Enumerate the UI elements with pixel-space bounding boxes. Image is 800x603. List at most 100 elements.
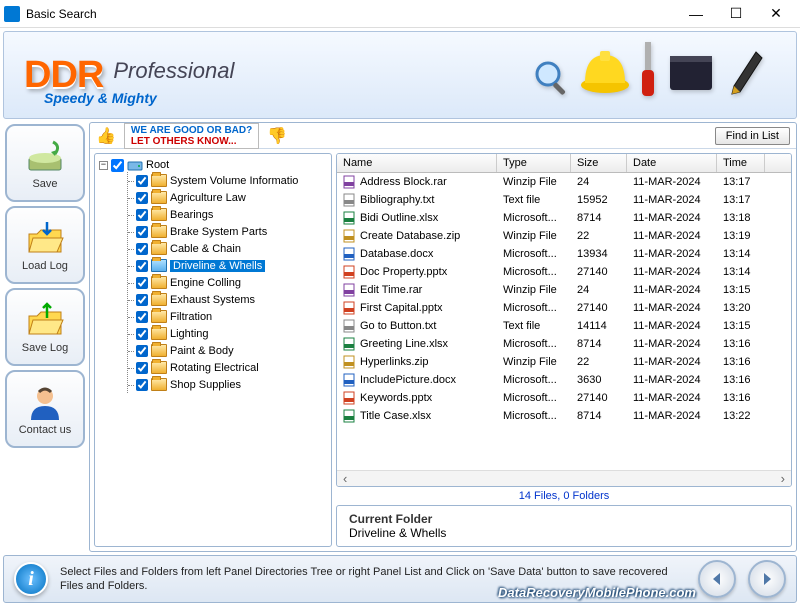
- banner: DDR Professional Speedy & Mighty: [3, 31, 797, 119]
- tree-checkbox[interactable]: [136, 209, 148, 221]
- collapse-icon[interactable]: −: [99, 161, 108, 170]
- folder-tree[interactable]: − Root System Volume InformatioAgricultu…: [94, 153, 332, 547]
- rar-file-icon: [343, 283, 357, 297]
- col-type[interactable]: Type: [497, 154, 571, 172]
- file-row[interactable]: Title Case.xlsxMicrosoft...871411-MAR-20…: [337, 407, 791, 425]
- workarea: 👍 WE ARE GOOD OR BAD? LET OTHERS KNOW...…: [89, 122, 797, 552]
- sidebar: SaveLoad LogSave LogContact us: [3, 122, 89, 552]
- file-row[interactable]: Greeting Line.xlsxMicrosoft...871411-MAR…: [337, 335, 791, 353]
- folder-icon: [151, 378, 167, 391]
- zip-file-icon: [343, 355, 357, 369]
- tree-checkbox[interactable]: [136, 277, 148, 289]
- xls-file-icon: [343, 409, 357, 423]
- rar-file-icon: [343, 175, 357, 189]
- thumbs-down-icon: 👎: [267, 126, 287, 146]
- tree-checkbox[interactable]: [136, 311, 148, 323]
- tree-item[interactable]: Bearings: [128, 206, 327, 223]
- thumbs-up-icon: 👍: [96, 126, 116, 146]
- horizontal-scrollbar[interactable]: ‹›: [337, 470, 791, 486]
- loadlog-icon: [23, 218, 67, 258]
- file-row[interactable]: Edit Time.rarWinzip File2411-MAR-202413:…: [337, 281, 791, 299]
- tree-item[interactable]: Paint & Body: [128, 342, 327, 359]
- file-row[interactable]: Bibliography.txtText file1595211-MAR-202…: [337, 191, 791, 209]
- col-size[interactable]: Size: [571, 154, 627, 172]
- feedback-banner[interactable]: WE ARE GOOD OR BAD? LET OTHERS KNOW...: [124, 123, 259, 149]
- find-in-list-button[interactable]: Find in List: [715, 127, 790, 145]
- folder-icon: [151, 259, 167, 272]
- file-row[interactable]: Database.docxMicrosoft...1393411-MAR-202…: [337, 245, 791, 263]
- tree-checkbox[interactable]: [136, 379, 148, 391]
- screwdriver-icon: [638, 40, 658, 98]
- close-button[interactable]: ✕: [756, 1, 796, 27]
- tree-item[interactable]: Lighting: [128, 325, 327, 342]
- tree-item[interactable]: Rotating Electrical: [128, 359, 327, 376]
- col-date[interactable]: Date: [627, 154, 717, 172]
- ppt-file-icon: [343, 391, 357, 405]
- banner-tools-art: [532, 40, 766, 98]
- folder-icon: [151, 225, 167, 238]
- file-list-header: Name Type Size Date Time: [337, 154, 791, 173]
- file-row[interactable]: First Capital.pptxMicrosoft...2714011-MA…: [337, 299, 791, 317]
- current-folder-value: Driveline & Whells: [349, 526, 779, 540]
- tree-item[interactable]: Engine Colling: [128, 274, 327, 291]
- col-name[interactable]: Name: [337, 154, 497, 172]
- folder-icon: [151, 174, 167, 187]
- tree-item[interactable]: Filtration: [128, 308, 327, 325]
- savelog-icon: [23, 300, 67, 340]
- root-checkbox[interactable]: [111, 159, 124, 172]
- sidebar-contact-button[interactable]: Contact us: [5, 370, 85, 448]
- tree-item[interactable]: Driveline & Whells: [128, 257, 327, 274]
- tree-checkbox[interactable]: [136, 294, 148, 306]
- tree-checkbox[interactable]: [136, 260, 148, 272]
- product-name: Professional: [113, 58, 234, 84]
- save-icon: [23, 136, 67, 176]
- file-row[interactable]: Create Database.zipWinzip File2211-MAR-2…: [337, 227, 791, 245]
- tree-checkbox[interactable]: [136, 362, 148, 374]
- tree-root[interactable]: − Root: [99, 158, 327, 172]
- current-folder-panel: Current Folder Driveline & Whells: [336, 505, 792, 547]
- txt-file-icon: [343, 193, 357, 207]
- file-row[interactable]: Keywords.pptxMicrosoft...2714011-MAR-202…: [337, 389, 791, 407]
- sidebar-save-button[interactable]: Save: [5, 124, 85, 202]
- folder-icon: [151, 208, 167, 221]
- tree-checkbox[interactable]: [136, 345, 148, 357]
- xls-file-icon: [343, 211, 357, 225]
- folder-icon: [151, 344, 167, 357]
- tree-checkbox[interactable]: [136, 226, 148, 238]
- minimize-button[interactable]: —: [676, 1, 716, 27]
- folder-icon: [151, 327, 167, 340]
- notebook-icon: [666, 48, 718, 98]
- brand-tagline: Speedy & Mighty: [44, 90, 157, 106]
- tree-checkbox[interactable]: [136, 175, 148, 187]
- sidebar-savelog-button[interactable]: Save Log: [5, 288, 85, 366]
- folder-icon: [151, 310, 167, 323]
- tree-item[interactable]: Brake System Parts: [128, 223, 327, 240]
- drive-icon: [127, 158, 143, 172]
- folder-icon: [151, 361, 167, 374]
- file-row[interactable]: Hyperlinks.zipWinzip File2211-MAR-202413…: [337, 353, 791, 371]
- file-row[interactable]: IncludePicture.docxMicrosoft...363011-MA…: [337, 371, 791, 389]
- file-row[interactable]: Bidi Outline.xlsxMicrosoft...871411-MAR-…: [337, 209, 791, 227]
- tree-item[interactable]: System Volume Informatio: [128, 172, 327, 189]
- tree-item[interactable]: Exhaust Systems: [128, 291, 327, 308]
- hardhat-icon: [580, 43, 630, 98]
- tree-checkbox[interactable]: [136, 328, 148, 340]
- tree-item[interactable]: Agriculture Law: [128, 189, 327, 206]
- file-row[interactable]: Go to Button.txtText file1411411-MAR-202…: [337, 317, 791, 335]
- folder-icon: [151, 293, 167, 306]
- prev-button[interactable]: [698, 560, 736, 598]
- file-row[interactable]: Address Block.rarWinzip File2411-MAR-202…: [337, 173, 791, 191]
- next-button[interactable]: [748, 560, 786, 598]
- maximize-button[interactable]: ☐: [716, 1, 756, 27]
- tree-item[interactable]: Cable & Chain: [128, 240, 327, 257]
- tree-checkbox[interactable]: [136, 192, 148, 204]
- file-row[interactable]: Doc Property.pptxMicrosoft...2714011-MAR…: [337, 263, 791, 281]
- sidebar-loadlog-button[interactable]: Load Log: [5, 206, 85, 284]
- current-folder-label: Current Folder: [349, 512, 779, 526]
- tree-checkbox[interactable]: [136, 243, 148, 255]
- magnifier-icon: [532, 58, 572, 98]
- tree-item[interactable]: Shop Supplies: [128, 376, 327, 393]
- file-list[interactable]: Name Type Size Date Time Address Block.r…: [336, 153, 792, 487]
- ppt-file-icon: [343, 301, 357, 315]
- col-time[interactable]: Time: [717, 154, 765, 172]
